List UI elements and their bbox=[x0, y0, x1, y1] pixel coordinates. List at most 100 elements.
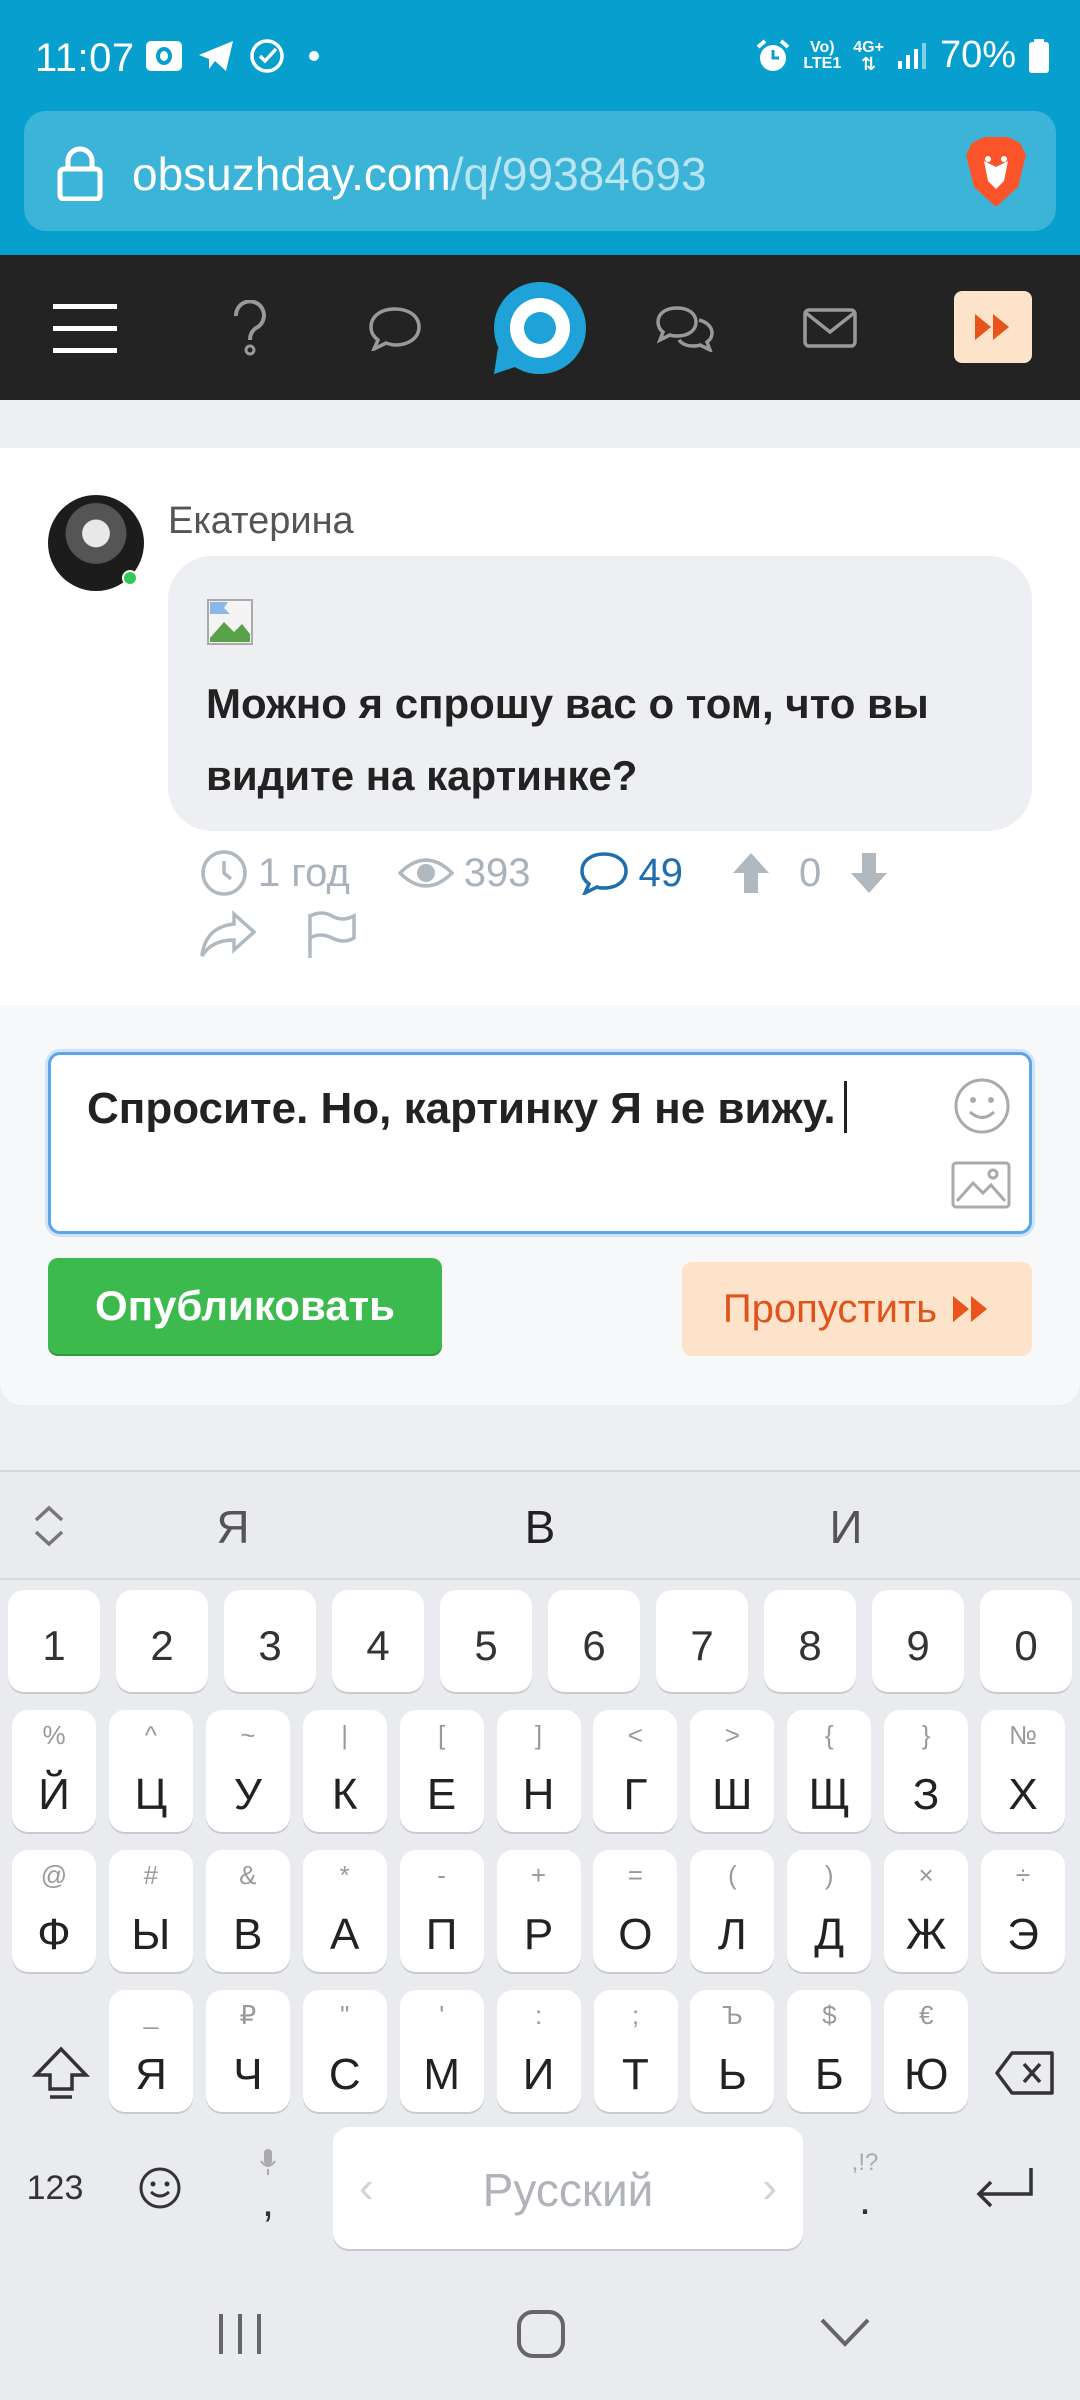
key-secondary-label: % bbox=[42, 1720, 66, 1750]
expand-toolbar-icon[interactable] bbox=[28, 1502, 70, 1550]
keyboard-key[interactable]: 0 bbox=[980, 1590, 1072, 1692]
author-name[interactable]: Екатерина bbox=[168, 500, 354, 543]
suggestion-item[interactable]: Я bbox=[133, 1500, 333, 1554]
suggestion-item[interactable]: В bbox=[440, 1500, 640, 1554]
brave-lion-icon[interactable] bbox=[964, 135, 1028, 209]
downvote-icon[interactable] bbox=[849, 851, 889, 895]
keyboard-key[interactable]: 6 bbox=[548, 1590, 640, 1692]
keyboard-key[interactable]: ₽ Ч bbox=[205, 1990, 290, 2112]
keyboard-key[interactable]: ЪЬ bbox=[690, 1990, 775, 2112]
key-secondary-label: { bbox=[824, 1720, 834, 1750]
keyboard-key[interactable]: % Й bbox=[12, 1710, 96, 1832]
key-label: 4 bbox=[366, 1622, 390, 1669]
answer-input[interactable]: Спросите. Но, картинку Я не вижу. bbox=[48, 1052, 1032, 1234]
keyboard-key[interactable]: 1 bbox=[8, 1590, 100, 1692]
upvote-icon[interactable] bbox=[731, 851, 771, 895]
keyboard-key[interactable]: ; Т bbox=[593, 1990, 678, 2112]
keyboard-key[interactable]: ~ У bbox=[205, 1710, 290, 1832]
recent-apps-icon[interactable] bbox=[215, 2310, 265, 2358]
period-sub-label: ,!? bbox=[851, 2149, 879, 2176]
keyboard-key[interactable]: > Ш bbox=[690, 1710, 775, 1832]
keyboard-key[interactable]: } З bbox=[884, 1710, 969, 1832]
keyboard-key[interactable]: 8 bbox=[764, 1590, 856, 1692]
space-key[interactable]: ‹ Русский › bbox=[333, 2127, 803, 2249]
keyboard-key[interactable]: < Г bbox=[593, 1710, 678, 1832]
keyboard-key[interactable]: ) Д bbox=[787, 1850, 872, 1972]
space-key-label: Русский bbox=[482, 2164, 654, 2216]
chat-nav-button[interactable] bbox=[345, 255, 445, 400]
emoji-key[interactable] bbox=[115, 2127, 205, 2249]
questions-nav-button[interactable] bbox=[200, 255, 300, 400]
enter-key[interactable] bbox=[950, 2127, 1060, 2249]
comma-key[interactable]: , bbox=[228, 2127, 308, 2249]
messages-nav-button[interactable] bbox=[780, 255, 880, 400]
publish-button[interactable]: Опубликовать bbox=[48, 1258, 442, 1354]
backspace-key[interactable] bbox=[980, 2012, 1070, 2134]
add-image-icon[interactable] bbox=[951, 1161, 1011, 1209]
key-label: Г bbox=[623, 1770, 648, 1819]
url-bar[interactable]: obsuzhday.com/q/99384693 bbox=[24, 111, 1056, 231]
volte-label-bottom: LTE1 bbox=[803, 54, 842, 72]
key-label: О bbox=[618, 1910, 653, 1959]
keyboard-key[interactable]: 4 bbox=[332, 1590, 424, 1692]
keyboard-key[interactable]: 9 bbox=[872, 1590, 964, 1692]
suggestion-item[interactable]: И bbox=[746, 1500, 946, 1554]
key-label: Е bbox=[426, 1770, 457, 1819]
question-votes-count: 0 bbox=[799, 850, 822, 895]
keyboard-key[interactable]: ÷ Э bbox=[981, 1850, 1065, 1972]
keyboard-key[interactable]: ^ Ц bbox=[108, 1710, 193, 1832]
keyboard-key[interactable]: [Е bbox=[399, 1710, 484, 1832]
microphone-icon bbox=[260, 2149, 276, 2175]
report-flag-icon[interactable] bbox=[306, 910, 358, 960]
question-comments[interactable]: 49 bbox=[579, 850, 684, 896]
backspace-icon bbox=[995, 2051, 1054, 2095]
keyboard-key[interactable]: @ Ф bbox=[12, 1850, 96, 1972]
keyboard-key[interactable]: = О bbox=[593, 1850, 678, 1972]
key-secondary-label: @ bbox=[40, 1860, 68, 1890]
keyboard-key[interactable]: # Ы bbox=[108, 1850, 193, 1972]
keyboard-key[interactable]: & В bbox=[205, 1850, 290, 1972]
numbers-mode-key[interactable]: 123 bbox=[10, 2127, 100, 2249]
browser-top-area: 11:07 Vo) LTE1 4G+ ⇅ 70% obsuzhday.com/q… bbox=[0, 0, 1080, 255]
keyboard-key[interactable]: × Ж bbox=[884, 1850, 969, 1972]
key-label: К bbox=[331, 1770, 358, 1819]
keyboard-key[interactable]: :И bbox=[496, 1990, 581, 2112]
status-bar: 11:07 Vo) LTE1 4G+ ⇅ 70% bbox=[0, 0, 1080, 110]
keyboard-key[interactable]: 7 bbox=[656, 1590, 748, 1692]
keyboard-key[interactable]: $ Б bbox=[787, 1990, 872, 2112]
system-navigation-bar bbox=[0, 2270, 1080, 2400]
keyboard-key[interactable]: * А bbox=[302, 1850, 387, 1972]
keyboard-key[interactable]: № Х bbox=[981, 1710, 1065, 1832]
question-views-count: 393 bbox=[463, 850, 531, 895]
keyboard-key[interactable]: € Ю bbox=[884, 1990, 969, 2112]
keyboard-key[interactable]: _ Я bbox=[109, 1990, 193, 2112]
question-comments-count: 49 bbox=[638, 850, 684, 895]
keyboard-key[interactable]: " С bbox=[302, 1990, 387, 2112]
home-icon[interactable] bbox=[515, 2308, 567, 2360]
keyboard-key[interactable]: 3 bbox=[224, 1590, 316, 1692]
back-chevron-icon[interactable] bbox=[818, 2316, 872, 2350]
keyboard-key[interactable]: 2 bbox=[116, 1590, 208, 1692]
keyboard-key[interactable]: (Л bbox=[690, 1850, 775, 1972]
emoji-icon[interactable] bbox=[953, 1077, 1011, 1135]
keyboard-key[interactable]: -П bbox=[399, 1850, 484, 1972]
keyboard-key[interactable]: 5 bbox=[440, 1590, 532, 1692]
skip-nav-button[interactable] bbox=[954, 291, 1032, 363]
key-label: Ы bbox=[131, 1910, 171, 1959]
keyboard-key[interactable]: {Щ bbox=[787, 1710, 872, 1832]
home-logo-button[interactable] bbox=[488, 255, 592, 400]
menu-button[interactable] bbox=[35, 255, 135, 400]
url-path: /q/99384693 bbox=[450, 148, 707, 200]
discussions-nav-button[interactable] bbox=[635, 255, 735, 400]
share-icon[interactable] bbox=[200, 910, 256, 958]
keyboard-key[interactable]: | К bbox=[302, 1710, 387, 1832]
keyboard-key[interactable]: ' М bbox=[399, 1990, 484, 2112]
shift-key[interactable] bbox=[16, 2012, 106, 2134]
keyboard-key[interactable]: + Р bbox=[496, 1850, 581, 1972]
skip-button[interactable]: Пропустить bbox=[682, 1262, 1032, 1356]
keyboard-key[interactable]: ] Н bbox=[496, 1710, 581, 1832]
comma-label: , bbox=[261, 2177, 275, 2226]
period-key[interactable]: ,!? . bbox=[825, 2127, 905, 2249]
answer-text-value: Спросите. Но, картинку Я не вижу. bbox=[87, 1084, 836, 1133]
url-text[interactable]: obsuzhday.com/q/99384693 bbox=[132, 147, 707, 201]
